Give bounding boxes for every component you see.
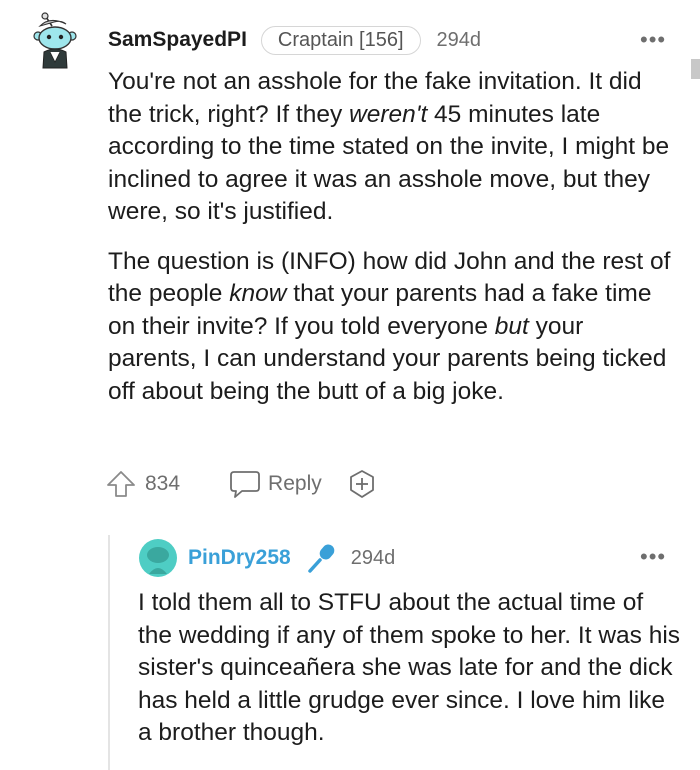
reply-body: I told them all to STFU about the actual… — [138, 587, 683, 750]
award-button[interactable] — [346, 468, 378, 500]
upvote-button[interactable]: 834 — [105, 468, 180, 500]
reply-username[interactable]: PinDry258 — [188, 546, 291, 570]
comment-paragraph: You're not an asshole for the fake invit… — [108, 68, 670, 225]
user-avatar[interactable] — [30, 12, 80, 70]
more-options-icon[interactable]: ••• — [640, 546, 666, 568]
microphone-icon — [307, 544, 335, 573]
comment-paragraph: The question is (INFO) how did John and … — [108, 247, 671, 405]
chat-bubble-icon — [230, 471, 260, 498]
upvote-arrow-icon[interactable] — [105, 468, 137, 500]
reply-header: PinDry258 294d — [188, 540, 395, 576]
reply-age: 294d — [350, 546, 396, 569]
comment-actions: 834 Reply — [105, 466, 378, 502]
scrollbar-thumb[interactable] — [691, 59, 700, 79]
comment-body: You're not an asshole for the fake invit… — [108, 66, 678, 425]
more-options-icon[interactable]: ••• — [640, 29, 666, 51]
comment-header: SamSpayedPI Craptain [156] 294d — [108, 22, 481, 58]
comment-username[interactable]: SamSpayedPI — [108, 28, 247, 52]
reply-button[interactable]: Reply — [228, 469, 322, 499]
add-award-icon — [349, 470, 374, 498]
comment-age: 294d — [436, 28, 482, 51]
user-flair: Craptain [156] — [260, 25, 421, 55]
vote-count: 834 — [145, 472, 181, 495]
reply-user-avatar[interactable] — [138, 538, 178, 578]
reply-text: I told them all to STFU about the actual… — [138, 589, 681, 746]
reply-label: Reply — [268, 472, 322, 495]
thread-line[interactable] — [108, 535, 110, 770]
